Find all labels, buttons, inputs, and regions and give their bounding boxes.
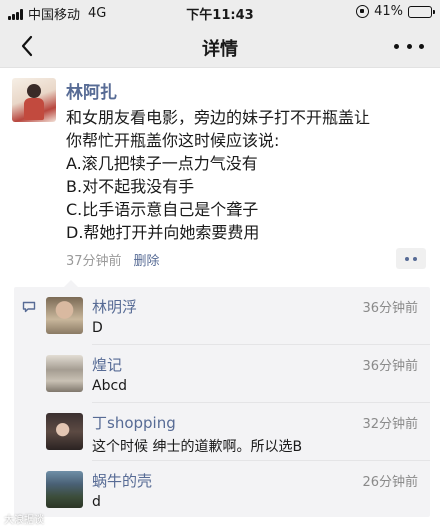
dot-icon xyxy=(405,256,409,261)
battery-icon xyxy=(408,5,435,18)
author-avatar[interactable] xyxy=(12,78,56,122)
status-bar: 中国移动 4G 下午11:43 41% xyxy=(0,0,440,24)
post-author-name[interactable]: 林阿扎 xyxy=(66,78,117,103)
comment-timestamp: 32分钟前 xyxy=(362,417,418,432)
dot-icon xyxy=(413,256,417,261)
nav-bar: 详情 xyxy=(0,24,440,68)
delete-button[interactable]: 删除 xyxy=(134,250,160,269)
post-line: B.对不起我没有手 xyxy=(66,177,195,196)
commenter-avatar[interactable] xyxy=(46,413,83,450)
page-title: 详情 xyxy=(202,39,238,60)
back-button[interactable] xyxy=(14,32,42,60)
chevron-left-icon xyxy=(21,35,33,57)
comment-text[interactable]: 这个时候 绅士的道歉啊。所以选B xyxy=(92,436,302,456)
comment-item: 丁shopping 32分钟前 这个时候 绅士的道歉啊。所以选B xyxy=(14,403,430,461)
commenter-avatar[interactable] xyxy=(46,355,83,392)
comment-timestamp: 36分钟前 xyxy=(362,301,418,316)
comment-text[interactable]: Abcd xyxy=(92,378,127,394)
post-meta: 37分钟前 删除 xyxy=(66,250,160,269)
battery-percent: 41% xyxy=(374,4,403,19)
commenter-avatar[interactable] xyxy=(46,471,83,508)
comment-item: 煌记 36分钟前 Abcd xyxy=(14,345,430,403)
post-actions-button[interactable] xyxy=(396,248,426,269)
comment-text[interactable]: d xyxy=(92,494,101,510)
commenter-name[interactable]: 丁shopping xyxy=(92,412,176,433)
commenter-avatar[interactable] xyxy=(46,297,83,334)
comment-item: 林明浮 36分钟前 D xyxy=(14,287,430,345)
watermark: 大浪据谈 xyxy=(4,515,44,526)
comment-timestamp: 26分钟前 xyxy=(362,475,418,490)
rotation-lock-icon xyxy=(356,5,370,18)
post-timestamp: 37分钟前 xyxy=(66,254,122,269)
more-options-button[interactable] xyxy=(394,36,424,56)
commenter-name[interactable]: 林明浮 xyxy=(92,296,137,317)
post-line: A.滚几把犊子一点力气没有 xyxy=(66,154,258,173)
comment-text[interactable]: D xyxy=(92,320,103,336)
post-line: 你帮忙开瓶盖你这时候应该说: xyxy=(66,131,280,150)
comment-timestamp: 36分钟前 xyxy=(362,359,418,374)
comment-section: 林明浮 36分钟前 D 煌记 36分钟前 Abcd 丁shopping 32分钟… xyxy=(14,280,430,519)
post-line: 和女朋友看电影，旁边的妹子打不开瓶盖让 xyxy=(66,108,371,127)
post-line: D.帮她打开并向她索要费用 xyxy=(66,223,260,242)
comment-item: 蜗牛的壳 26分钟前 d xyxy=(14,461,430,519)
dot-icon xyxy=(419,43,424,49)
dot-icon xyxy=(394,43,399,49)
commenter-name[interactable]: 蜗牛的壳 xyxy=(92,470,152,491)
commenter-name[interactable]: 煌记 xyxy=(92,354,122,375)
post-line: C.比手语示意自己是个聋子 xyxy=(66,200,259,219)
post-content: 和女朋友看电影，旁边的妹子打不开瓶盖让 你帮忙开瓶盖你这时候应该说: A.滚几把… xyxy=(66,106,428,244)
dot-icon xyxy=(406,43,412,49)
